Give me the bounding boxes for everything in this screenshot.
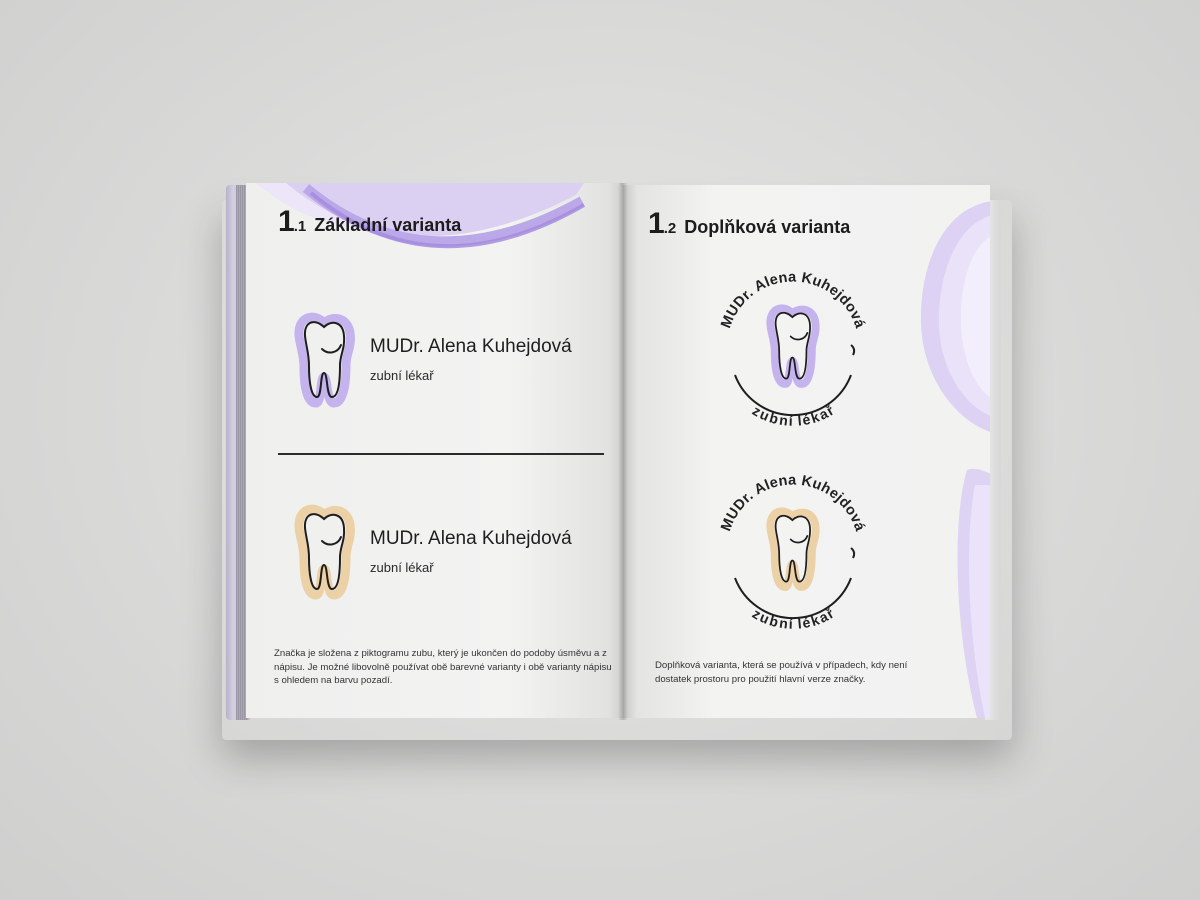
logo-name: MUDr. Alena Kuhejdová: [370, 335, 572, 357]
badge-arc-top-text: MUDr. Alena Kuhejdová: [718, 473, 868, 535]
section-heading: 1 .2 Doplňková varianta: [648, 207, 850, 241]
section-title: Základní varianta: [314, 215, 462, 235]
section-number: 1: [278, 205, 295, 238]
logo-beige: MUDr. Alena Kuhejdová zubní lékař: [294, 503, 572, 600]
badge-purple: MUDr. Alena Kuhejdová zubní lékař: [718, 270, 868, 429]
tooth-icon: [294, 504, 355, 600]
section-number: 1: [648, 207, 665, 240]
section-heading: 1 .1 Základní varianta: [278, 205, 461, 239]
logo-name: MUDr. Alena Kuhejdová: [370, 527, 572, 549]
section-subnumber: .2: [663, 220, 677, 237]
left-page: 1 .1 Základní varianta MUDr. Alena Kuhej…: [246, 183, 623, 718]
logo-profession: zubní lékař: [370, 559, 434, 575]
badge-beige: MUDr. Alena Kuhejdová zubní lékař: [718, 473, 868, 632]
section-title: Doplňková varianta: [684, 217, 851, 237]
description-text: Doplňková varianta, která se používá v p…: [655, 660, 908, 685]
right-page: 1 .2 Doplňková varianta MUDr. Alena Kuhe…: [623, 185, 990, 718]
decorative-purple-arc: [256, 183, 585, 249]
decorative-purple-arc-right: [920, 201, 990, 718]
badge-arc-top-text: MUDr. Alena Kuhejdová: [718, 270, 868, 332]
section-subnumber: .1: [293, 218, 307, 235]
logo-profession: zubní lékař: [370, 367, 434, 383]
description-text: Značka je složena z piktogramu zubu, kte…: [274, 648, 612, 686]
tooth-icon: [294, 312, 355, 408]
logo-purple: MUDr. Alena Kuhejdová zubní lékař: [294, 311, 572, 408]
tooth-icon: [766, 507, 820, 591]
book-mockup-scene: 1 .1 Základní varianta MUDr. Alena Kuhej…: [0, 0, 1200, 900]
divider-line: [278, 453, 604, 455]
book-gutter: [618, 183, 628, 720]
tooth-icon: [766, 304, 820, 388]
